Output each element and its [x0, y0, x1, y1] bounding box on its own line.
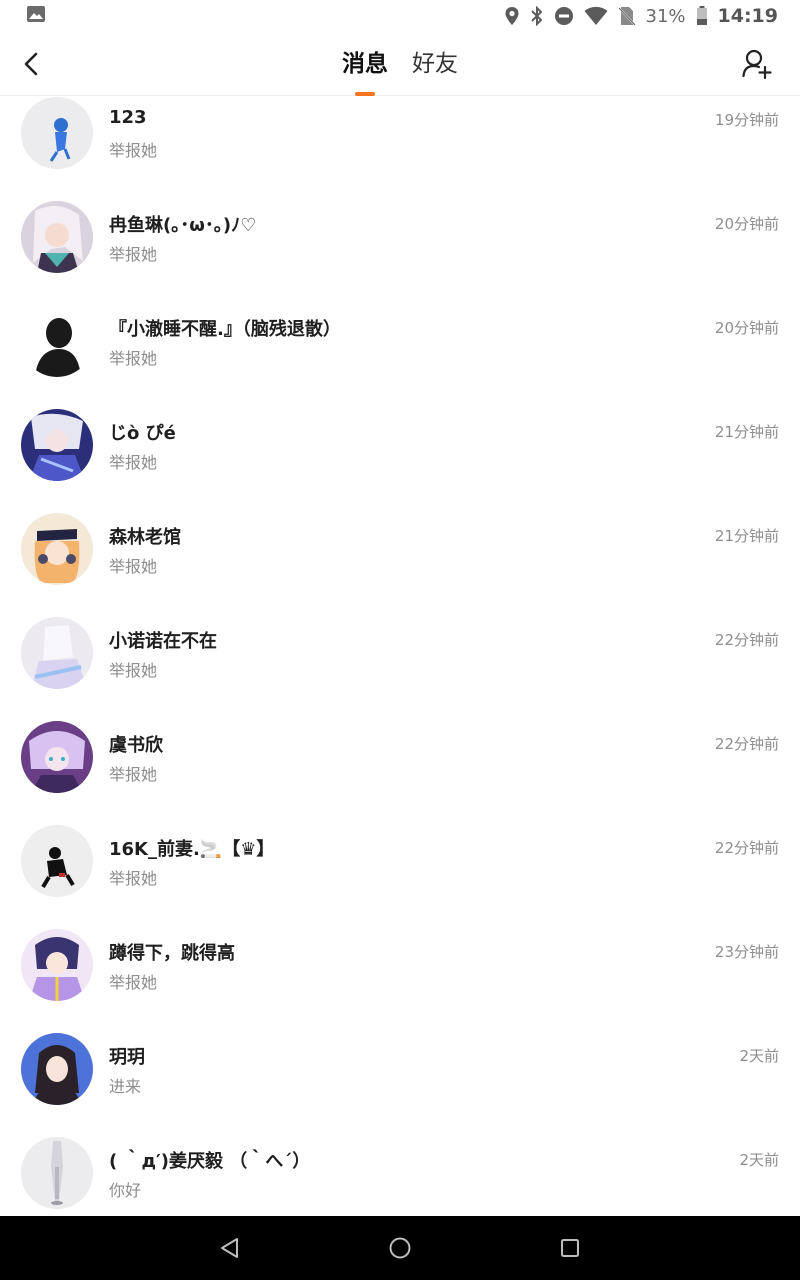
message-time: 2天前	[739, 1047, 779, 1065]
message-time: 21分钟前	[714, 423, 779, 441]
conversation-item[interactable]: 小诺诺在不在 举报她 22分钟前	[0, 617, 800, 721]
last-message: 举报她	[109, 973, 158, 992]
contact-name: 虞书欣	[109, 735, 163, 756]
conversation-item[interactable]: 森林老馆 举报她 21分钟前	[0, 513, 800, 617]
tab-messages[interactable]: 消息	[342, 32, 388, 96]
header: 消息 好友	[0, 32, 800, 96]
last-message: 举报她	[109, 349, 158, 368]
conversation-item[interactable]: 虞书欣 举报她 22分钟前	[0, 721, 800, 825]
contact-name: 『小澈睡不醒.』（脑残退散）	[109, 319, 341, 340]
avatar	[21, 97, 93, 169]
contact-name: 玥玥	[109, 1047, 145, 1068]
contact-name: ( ｀д′)姜厌毅 （｀へ´）	[109, 1151, 311, 1172]
last-message: 举报她	[109, 141, 158, 160]
message-time: 20分钟前	[714, 215, 779, 233]
add-user-icon	[742, 49, 772, 80]
battery-icon	[696, 6, 708, 26]
add-friend-button[interactable]	[742, 48, 772, 80]
system-nav-bar	[0, 1216, 800, 1280]
nav-back-icon	[221, 1238, 238, 1258]
nav-recents-button[interactable]	[558, 1236, 582, 1260]
last-message: 举报她	[109, 765, 158, 784]
last-message: 举报她	[109, 661, 158, 680]
contact-name: 16K_前妻.🚬【♛】	[109, 839, 275, 860]
nav-recents-icon	[561, 1239, 579, 1257]
avatar	[21, 825, 93, 897]
dnd-icon	[554, 6, 574, 26]
no-sim-icon	[617, 6, 636, 26]
message-time: 20分钟前	[714, 319, 779, 337]
tab-friends-label: 好友	[412, 51, 458, 77]
nav-home-button[interactable]	[388, 1236, 412, 1260]
avatar	[21, 201, 93, 273]
last-message: 进来	[109, 1077, 142, 1096]
nav-home-icon	[389, 1237, 411, 1259]
conversation-item[interactable]: 玥玥 进来 2天前	[0, 1033, 800, 1137]
conversation-item[interactable]: じò ぴé 举报她 21分钟前	[0, 409, 800, 513]
message-time: 22分钟前	[714, 839, 779, 857]
contact-name: 蹲得下，跳得高	[109, 943, 235, 964]
last-message: 举报她	[109, 453, 158, 472]
avatar	[21, 1137, 93, 1209]
message-time: 19分钟前	[714, 111, 779, 129]
contact-name: 小诺诺在不在	[109, 631, 217, 652]
avatar	[21, 617, 93, 689]
last-message: 举报她	[109, 245, 158, 264]
message-time: 21分钟前	[714, 527, 779, 545]
contact-name: 森林老馆	[109, 527, 181, 548]
avatar	[21, 513, 93, 585]
battery-percent: 31%	[645, 5, 686, 27]
last-message: 举报她	[109, 557, 158, 576]
conversation-item[interactable]: 蹲得下，跳得高 举报她 23分钟前	[0, 929, 800, 1033]
avatar	[21, 409, 93, 481]
conversation-item[interactable]: 16K_前妻.🚬【♛】 举报她 22分钟前	[0, 825, 800, 929]
message-time: 2天前	[739, 1151, 779, 1169]
message-time: 22分钟前	[714, 631, 779, 649]
wifi-icon	[584, 6, 608, 26]
conversation-item[interactable]: 『小澈睡不醒.』（脑残退散） 举报她 20分钟前	[0, 305, 800, 409]
tab-friends[interactable]: 好友	[412, 32, 458, 96]
status-bar: 31% 14:19	[0, 0, 800, 32]
clock: 14:19	[717, 5, 778, 27]
message-time: 22分钟前	[714, 735, 779, 753]
contact-name: 冉鱼琳(｡･ω･｡)ﾉ♡	[109, 215, 257, 236]
active-tab-indicator	[355, 92, 375, 96]
tab-messages-label: 消息	[342, 51, 388, 77]
message-time: 23分钟前	[714, 943, 779, 961]
contact-name: 123	[109, 107, 147, 128]
conversation-item[interactable]: 123 举报她 19分钟前	[0, 97, 800, 201]
bluetooth-icon	[530, 6, 544, 26]
location-icon	[504, 6, 520, 26]
avatar	[21, 721, 93, 793]
avatar	[21, 1033, 93, 1105]
conversation-list: 123 举报她 19分钟前 冉鱼琳(｡･ω･｡)ﾉ♡ 举报她 20分钟前 『小澈…	[0, 97, 800, 1241]
nav-back-button[interactable]	[218, 1236, 242, 1260]
avatar	[21, 929, 93, 1001]
last-message: 举报她	[109, 869, 158, 888]
conversation-item[interactable]: 冉鱼琳(｡･ω･｡)ﾉ♡ 举报她 20分钟前	[0, 201, 800, 305]
image-icon	[26, 4, 46, 28]
avatar	[21, 305, 93, 377]
tab-bar: 消息 好友	[0, 32, 800, 96]
contact-name: じò ぴé	[109, 423, 176, 444]
last-message: 你好	[109, 1181, 142, 1200]
